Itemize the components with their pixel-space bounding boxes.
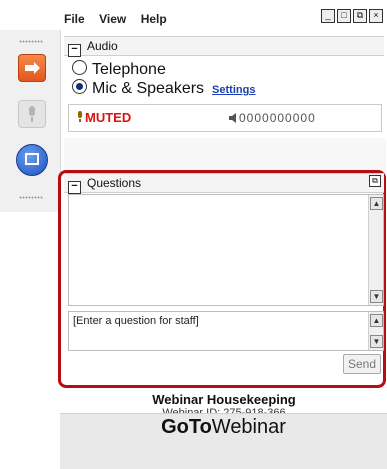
mic-speakers-option[interactable]: Mic & Speakers Settings	[72, 79, 255, 99]
arrow-right-icon	[25, 62, 40, 74]
popout-icon[interactable]: ⧉	[369, 175, 381, 187]
scroll-up-icon[interactable]: ▲	[370, 314, 383, 327]
collapse-icon[interactable]: −	[68, 181, 81, 194]
telephone-radio[interactable]	[72, 60, 87, 75]
popout-button[interactable]: ⧉	[353, 9, 367, 23]
audio-settings-link[interactable]: Settings	[212, 84, 255, 96]
questions-log[interactable]: ▲ ▼	[68, 194, 384, 306]
webinar-title: Webinar Housekeeping	[152, 392, 296, 407]
close-button[interactable]: ×	[369, 9, 383, 23]
questions-section-header[interactable]: − Questions	[64, 173, 384, 194]
mic-speakers-label: Mic & Speakers	[92, 80, 205, 97]
minimize-button[interactable]: _	[321, 9, 335, 23]
question-input[interactable]: [Enter a question for staff] ▲ ▼	[68, 311, 384, 351]
window-controls: _ □ ⧉ ×	[321, 9, 383, 23]
audio-section-header[interactable]: − Audio	[64, 36, 384, 57]
brand-bar: GoToWebinar	[60, 413, 387, 469]
telephone-option[interactable]: Telephone	[72, 60, 166, 80]
questions-section-title: Questions	[87, 176, 142, 190]
screen-share-button[interactable]	[16, 144, 48, 176]
audio-level-meter: 0000000000	[229, 111, 316, 125]
scroll-up-icon[interactable]: ▲	[370, 197, 383, 210]
microphone-icon	[78, 111, 82, 122]
collapse-icon[interactable]: −	[68, 44, 81, 57]
audio-status-box: MUTED 0000000000	[68, 104, 382, 132]
grip-handle-top[interactable]	[19, 40, 43, 43]
menu-bar: File View Help	[64, 10, 177, 28]
questions-log-scrollbar[interactable]: ▲ ▼	[368, 195, 383, 305]
scroll-down-icon[interactable]: ▼	[370, 335, 383, 348]
muted-status[interactable]: MUTED	[75, 110, 131, 125]
grip-handle-bottom[interactable]	[19, 196, 43, 199]
telephone-label: Telephone	[92, 61, 166, 78]
muted-label: MUTED	[85, 110, 132, 125]
microphone-icon	[29, 106, 35, 122]
gotowebinar-logo: GoToWebinar	[161, 416, 286, 438]
spacer	[64, 138, 386, 172]
mic-speakers-radio[interactable]	[72, 79, 87, 94]
speaker-icon	[229, 113, 236, 123]
restore-button[interactable]: □	[337, 9, 351, 23]
menu-view[interactable]: View	[99, 12, 126, 26]
audio-section-title: Audio	[87, 39, 118, 53]
menu-file[interactable]: File	[64, 12, 85, 26]
microphone-button[interactable]	[18, 100, 46, 128]
screen-share-icon	[25, 153, 39, 165]
show-hide-panel-button[interactable]	[18, 54, 46, 82]
question-input-placeholder: [Enter a question for staff]	[73, 315, 199, 327]
left-dock	[0, 30, 61, 212]
send-button[interactable]: Send	[343, 354, 381, 374]
question-input-scrollbar[interactable]: ▲ ▼	[368, 312, 383, 350]
scroll-down-icon[interactable]: ▼	[370, 290, 383, 303]
audio-level-value: 0000000000	[239, 111, 316, 125]
menu-help[interactable]: Help	[141, 12, 167, 26]
